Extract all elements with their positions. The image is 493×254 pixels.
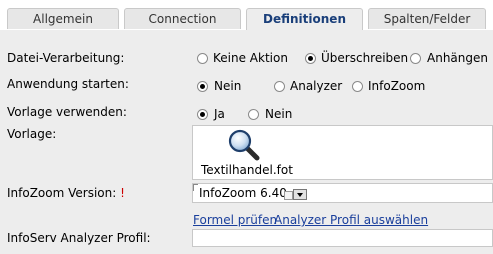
required-mark: ! (120, 186, 125, 200)
infozoom-version-select[interactable]: InfoZoom 6.40 (192, 183, 493, 203)
radio-keine-aktion-label: Keine Aktion (213, 51, 288, 65)
resize-grip-icon (284, 191, 293, 200)
radio-vorlage-ja-label: Ja (214, 107, 225, 121)
vorlage-file-name: Textilhandel.fot (201, 163, 293, 177)
infoserv-profil-input[interactable] (192, 229, 493, 247)
anwendung-starten-label: Anwendung starten: (7, 77, 129, 91)
vorlage-verwenden-label: Vorlage verwenden: (7, 105, 127, 119)
definitionen-panel: Datei-Verarbeitung: Keine Aktion Übersch… (0, 35, 493, 254)
radio-keine-aktion[interactable] (197, 53, 208, 64)
infozoom-version-text: InfoZoom Version: (7, 186, 117, 200)
datei-verarbeitung-label: Datei-Verarbeitung: (7, 51, 125, 65)
tab-spalten-felder[interactable]: Spalten/Felder (368, 8, 486, 29)
tab-definitionen[interactable]: Definitionen (246, 8, 363, 31)
chevron-down-icon (297, 193, 303, 197)
formel-pruefen-link[interactable]: Formel prüfen (193, 213, 277, 227)
corner-handle-icon (193, 184, 198, 191)
radio-vorlage-ja[interactable] (197, 109, 208, 120)
vorlage-label: Vorlage: (7, 127, 57, 141)
dropdown-arrow-button[interactable] (293, 189, 307, 200)
vorlage-file-box[interactable]: Textilhandel.fot (192, 125, 493, 180)
infoserv-profil-label: InfoServ Analyzer Profil: (7, 231, 151, 245)
tab-bar: Allgemein Connection Definitionen Spalte… (0, 0, 493, 34)
tab-allgemein[interactable]: Allgemein (7, 8, 119, 29)
radio-ueberschreiben-label: Überschreiben (321, 51, 409, 65)
radio-ueberschreiben[interactable] (305, 53, 316, 64)
tab-connection[interactable]: Connection (124, 8, 241, 29)
radio-infozoom[interactable] (352, 81, 363, 92)
magnifier-icon (227, 129, 261, 161)
radio-vorlage-nein[interactable] (248, 109, 259, 120)
radio-anwendung-nein[interactable] (197, 81, 208, 92)
analyzer-profil-link[interactable]: Analyzer Profil auswählen (274, 213, 428, 227)
radio-anhaengen-label: Anhängen (427, 51, 488, 65)
radio-vorlage-nein-label: Nein (265, 107, 293, 121)
radio-infozoom-label: InfoZoom (368, 79, 426, 93)
radio-anwendung-nein-label: Nein (214, 79, 242, 93)
infozoom-version-value: InfoZoom 6.40 (199, 186, 287, 200)
infozoom-version-label: InfoZoom Version: ! (7, 186, 125, 200)
radio-analyzer-label: Analyzer (290, 79, 343, 93)
radio-analyzer[interactable] (274, 81, 285, 92)
radio-anhaengen[interactable] (410, 53, 421, 64)
